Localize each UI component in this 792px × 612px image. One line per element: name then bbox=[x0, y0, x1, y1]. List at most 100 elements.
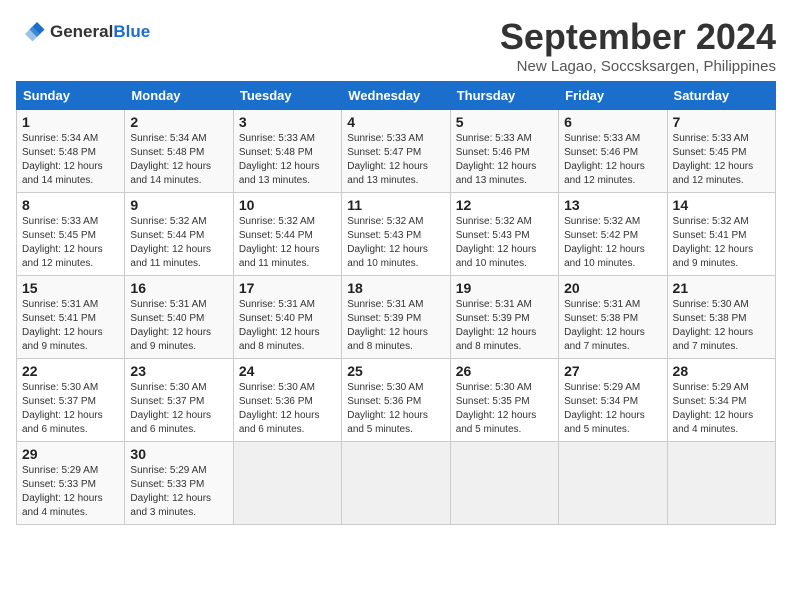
table-row: 11 Sunrise: 5:32 AMSunset: 5:43 PMDaylig… bbox=[342, 193, 450, 276]
col-sunday: Sunday bbox=[17, 82, 125, 110]
table-row: 17 Sunrise: 5:31 AMSunset: 5:40 PMDaylig… bbox=[233, 276, 341, 359]
table-row: 22 Sunrise: 5:30 AMSunset: 5:37 PMDaylig… bbox=[17, 359, 125, 442]
day-info: Sunrise: 5:32 AMSunset: 5:42 PMDaylight:… bbox=[564, 215, 661, 271]
day-info: Sunrise: 5:30 AMSunset: 5:37 PMDaylight:… bbox=[130, 381, 227, 437]
table-row: 5 Sunrise: 5:33 AMSunset: 5:46 PMDayligh… bbox=[450, 110, 558, 193]
day-info: Sunrise: 5:33 AMSunset: 5:46 PMDaylight:… bbox=[564, 132, 661, 188]
table-row: 8 Sunrise: 5:33 AMSunset: 5:45 PMDayligh… bbox=[17, 193, 125, 276]
day-info: Sunrise: 5:29 AMSunset: 5:34 PMDaylight:… bbox=[564, 381, 661, 437]
day-info: Sunrise: 5:32 AMSunset: 5:43 PMDaylight:… bbox=[456, 215, 553, 271]
day-number: 24 bbox=[239, 363, 336, 379]
table-row: 3 Sunrise: 5:33 AMSunset: 5:48 PMDayligh… bbox=[233, 110, 341, 193]
day-number: 17 bbox=[239, 280, 336, 296]
calendar-header-row: Sunday Monday Tuesday Wednesday Thursday… bbox=[17, 82, 776, 110]
day-number: 7 bbox=[673, 114, 770, 130]
day-number: 12 bbox=[456, 197, 553, 213]
day-number: 16 bbox=[130, 280, 227, 296]
day-number: 1 bbox=[22, 114, 119, 130]
table-row: 29 Sunrise: 5:29 AMSunset: 5:33 PMDaylig… bbox=[17, 442, 125, 525]
page-header: GeneralBlue September 2024 New Lagao, So… bbox=[16, 16, 776, 75]
table-row: 27 Sunrise: 5:29 AMSunset: 5:34 PMDaylig… bbox=[559, 359, 667, 442]
day-number: 2 bbox=[130, 114, 227, 130]
day-number: 4 bbox=[347, 114, 444, 130]
calendar-week-row: 29 Sunrise: 5:29 AMSunset: 5:33 PMDaylig… bbox=[17, 442, 776, 525]
day-number: 26 bbox=[456, 363, 553, 379]
table-row: 26 Sunrise: 5:30 AMSunset: 5:35 PMDaylig… bbox=[450, 359, 558, 442]
day-info: Sunrise: 5:33 AMSunset: 5:46 PMDaylight:… bbox=[456, 132, 553, 188]
day-info: Sunrise: 5:32 AMSunset: 5:43 PMDaylight:… bbox=[347, 215, 444, 271]
day-number: 23 bbox=[130, 363, 227, 379]
title-block: September 2024 New Lagao, Soccsksargen, … bbox=[500, 16, 776, 75]
day-info: Sunrise: 5:30 AMSunset: 5:37 PMDaylight:… bbox=[22, 381, 119, 437]
calendar-week-row: 8 Sunrise: 5:33 AMSunset: 5:45 PMDayligh… bbox=[17, 193, 776, 276]
table-row: 10 Sunrise: 5:32 AMSunset: 5:44 PMDaylig… bbox=[233, 193, 341, 276]
day-number: 19 bbox=[456, 280, 553, 296]
day-info: Sunrise: 5:32 AMSunset: 5:44 PMDaylight:… bbox=[130, 215, 227, 271]
day-info: Sunrise: 5:32 AMSunset: 5:41 PMDaylight:… bbox=[673, 215, 770, 271]
day-info: Sunrise: 5:29 AMSunset: 5:33 PMDaylight:… bbox=[22, 464, 119, 520]
table-row bbox=[450, 442, 558, 525]
day-info: Sunrise: 5:33 AMSunset: 5:45 PMDaylight:… bbox=[673, 132, 770, 188]
day-number: 8 bbox=[22, 197, 119, 213]
day-number: 20 bbox=[564, 280, 661, 296]
day-info: Sunrise: 5:30 AMSunset: 5:36 PMDaylight:… bbox=[347, 381, 444, 437]
table-row: 18 Sunrise: 5:31 AMSunset: 5:39 PMDaylig… bbox=[342, 276, 450, 359]
table-row: 2 Sunrise: 5:34 AMSunset: 5:48 PMDayligh… bbox=[125, 110, 233, 193]
table-row: 30 Sunrise: 5:29 AMSunset: 5:33 PMDaylig… bbox=[125, 442, 233, 525]
table-row bbox=[667, 442, 775, 525]
table-row: 13 Sunrise: 5:32 AMSunset: 5:42 PMDaylig… bbox=[559, 193, 667, 276]
day-number: 3 bbox=[239, 114, 336, 130]
day-number: 30 bbox=[130, 446, 227, 462]
day-info: Sunrise: 5:34 AMSunset: 5:48 PMDaylight:… bbox=[130, 132, 227, 188]
table-row bbox=[233, 442, 341, 525]
day-number: 18 bbox=[347, 280, 444, 296]
table-row: 19 Sunrise: 5:31 AMSunset: 5:39 PMDaylig… bbox=[450, 276, 558, 359]
table-row: 7 Sunrise: 5:33 AMSunset: 5:45 PMDayligh… bbox=[667, 110, 775, 193]
table-row: 24 Sunrise: 5:30 AMSunset: 5:36 PMDaylig… bbox=[233, 359, 341, 442]
logo-general: General bbox=[50, 22, 113, 41]
col-tuesday: Tuesday bbox=[233, 82, 341, 110]
day-info: Sunrise: 5:29 AMSunset: 5:33 PMDaylight:… bbox=[130, 464, 227, 520]
day-info: Sunrise: 5:32 AMSunset: 5:44 PMDaylight:… bbox=[239, 215, 336, 271]
day-number: 22 bbox=[22, 363, 119, 379]
day-number: 13 bbox=[564, 197, 661, 213]
day-number: 28 bbox=[673, 363, 770, 379]
day-number: 15 bbox=[22, 280, 119, 296]
col-thursday: Thursday bbox=[450, 82, 558, 110]
table-row: 1 Sunrise: 5:34 AMSunset: 5:48 PMDayligh… bbox=[17, 110, 125, 193]
calendar-week-row: 15 Sunrise: 5:31 AMSunset: 5:41 PMDaylig… bbox=[17, 276, 776, 359]
day-number: 21 bbox=[673, 280, 770, 296]
table-row: 21 Sunrise: 5:30 AMSunset: 5:38 PMDaylig… bbox=[667, 276, 775, 359]
table-row: 14 Sunrise: 5:32 AMSunset: 5:41 PMDaylig… bbox=[667, 193, 775, 276]
table-row: 4 Sunrise: 5:33 AMSunset: 5:47 PMDayligh… bbox=[342, 110, 450, 193]
day-info: Sunrise: 5:31 AMSunset: 5:40 PMDaylight:… bbox=[239, 298, 336, 354]
table-row: 25 Sunrise: 5:30 AMSunset: 5:36 PMDaylig… bbox=[342, 359, 450, 442]
calendar-table: Sunday Monday Tuesday Wednesday Thursday… bbox=[16, 81, 776, 525]
day-number: 6 bbox=[564, 114, 661, 130]
day-info: Sunrise: 5:31 AMSunset: 5:41 PMDaylight:… bbox=[22, 298, 119, 354]
table-row bbox=[342, 442, 450, 525]
col-monday: Monday bbox=[125, 82, 233, 110]
day-number: 25 bbox=[347, 363, 444, 379]
col-wednesday: Wednesday bbox=[342, 82, 450, 110]
day-info: Sunrise: 5:33 AMSunset: 5:48 PMDaylight:… bbox=[239, 132, 336, 188]
table-row bbox=[559, 442, 667, 525]
logo-blue: Blue bbox=[113, 22, 150, 41]
table-row: 20 Sunrise: 5:31 AMSunset: 5:38 PMDaylig… bbox=[559, 276, 667, 359]
calendar-week-row: 22 Sunrise: 5:30 AMSunset: 5:37 PMDaylig… bbox=[17, 359, 776, 442]
day-info: Sunrise: 5:31 AMSunset: 5:39 PMDaylight:… bbox=[456, 298, 553, 354]
day-info: Sunrise: 5:34 AMSunset: 5:48 PMDaylight:… bbox=[22, 132, 119, 188]
day-info: Sunrise: 5:31 AMSunset: 5:40 PMDaylight:… bbox=[130, 298, 227, 354]
day-info: Sunrise: 5:33 AMSunset: 5:47 PMDaylight:… bbox=[347, 132, 444, 188]
table-row: 12 Sunrise: 5:32 AMSunset: 5:43 PMDaylig… bbox=[450, 193, 558, 276]
day-number: 14 bbox=[673, 197, 770, 213]
col-saturday: Saturday bbox=[667, 82, 775, 110]
day-info: Sunrise: 5:30 AMSunset: 5:36 PMDaylight:… bbox=[239, 381, 336, 437]
day-number: 11 bbox=[347, 197, 444, 213]
table-row: 6 Sunrise: 5:33 AMSunset: 5:46 PMDayligh… bbox=[559, 110, 667, 193]
table-row: 9 Sunrise: 5:32 AMSunset: 5:44 PMDayligh… bbox=[125, 193, 233, 276]
day-number: 27 bbox=[564, 363, 661, 379]
day-number: 29 bbox=[22, 446, 119, 462]
table-row: 15 Sunrise: 5:31 AMSunset: 5:41 PMDaylig… bbox=[17, 276, 125, 359]
day-info: Sunrise: 5:29 AMSunset: 5:34 PMDaylight:… bbox=[673, 381, 770, 437]
